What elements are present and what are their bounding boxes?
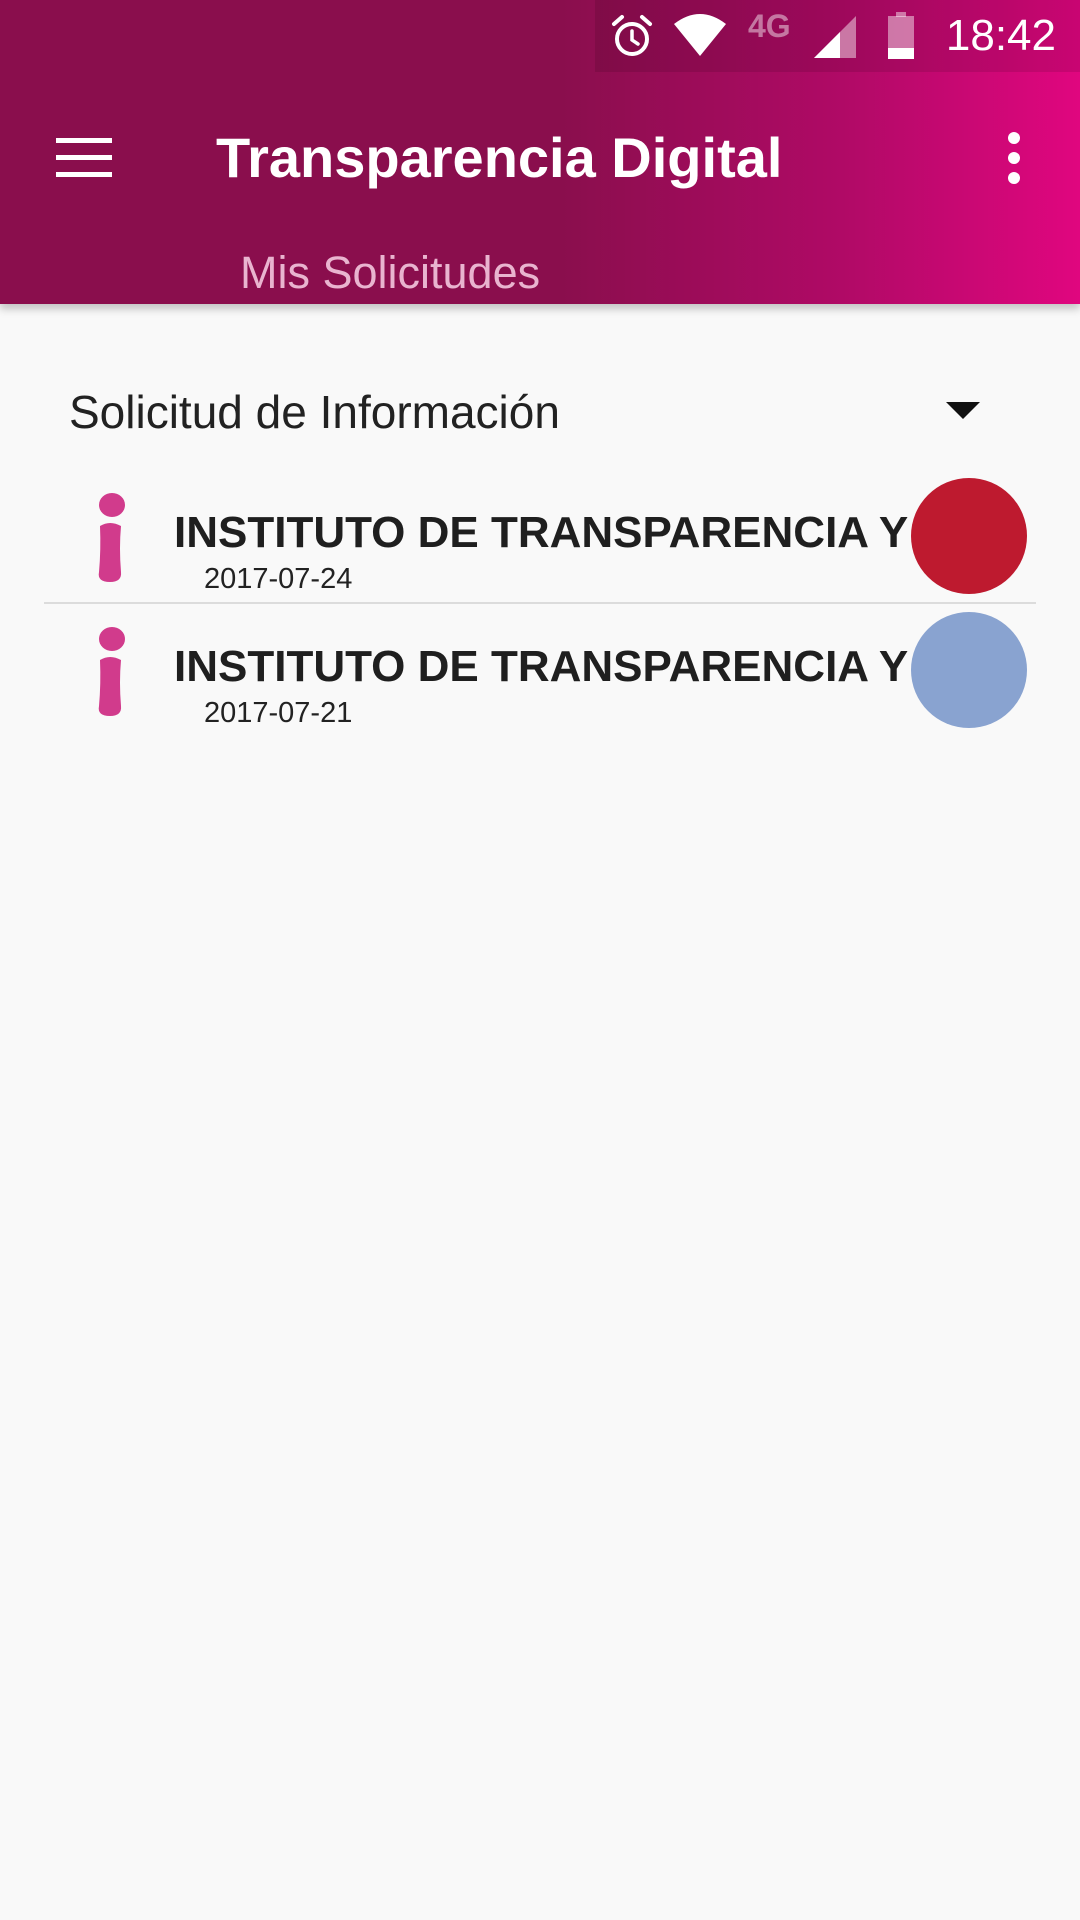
list-item[interactable]: INSTITUTO DE TRANSPARENCIA Y A 2017-07-2…: [44, 470, 1036, 604]
app-screen: 4G 18:42 Transparencia Digital Mis Solic…: [0, 0, 1080, 1920]
more-vert-icon: [1008, 132, 1020, 184]
request-institution: INSTITUTO DE TRANSPARENCIA Y A: [174, 508, 949, 557]
requests-list: INSTITUTO DE TRANSPARENCIA Y A 2017-07-2…: [44, 470, 1036, 738]
hamburger-menu-icon: [56, 138, 112, 177]
network-type-label: 4G: [748, 8, 791, 44]
overflow-menu-button[interactable]: [990, 122, 1034, 194]
wifi-icon: [674, 14, 726, 56]
app-header: 4G 18:42 Transparencia Digital Mis Solic…: [0, 0, 1080, 304]
menu-button[interactable]: [44, 122, 124, 194]
list-item[interactable]: INSTITUTO DE TRANSPARENCIA Y A 2017-07-2…: [44, 604, 1036, 738]
request-date: 2017-07-21: [204, 697, 353, 729]
screen-subtitle: Mis Solicitudes: [240, 247, 541, 298]
status-indicator: [911, 612, 1027, 728]
status-bar: 4G 18:42: [0, 0, 1080, 72]
request-institution: INSTITUTO DE TRANSPARENCIA Y A: [174, 642, 949, 691]
info-icon: [98, 627, 125, 716]
dropdown-selected-value: Solicitud de Información: [69, 386, 560, 438]
app-title: Transparencia Digital: [216, 126, 783, 189]
request-date: 2017-07-24: [204, 563, 353, 595]
alarm-icon: [612, 15, 652, 56]
status-indicator: [911, 478, 1027, 594]
dropdown-arrow-icon: [946, 402, 980, 419]
battery-icon: [888, 12, 914, 59]
request-type-dropdown[interactable]: Solicitud de Información: [44, 372, 1004, 452]
signal-icon: [814, 16, 856, 58]
status-time: 18:42: [945, 11, 1056, 60]
info-icon: [98, 493, 125, 582]
